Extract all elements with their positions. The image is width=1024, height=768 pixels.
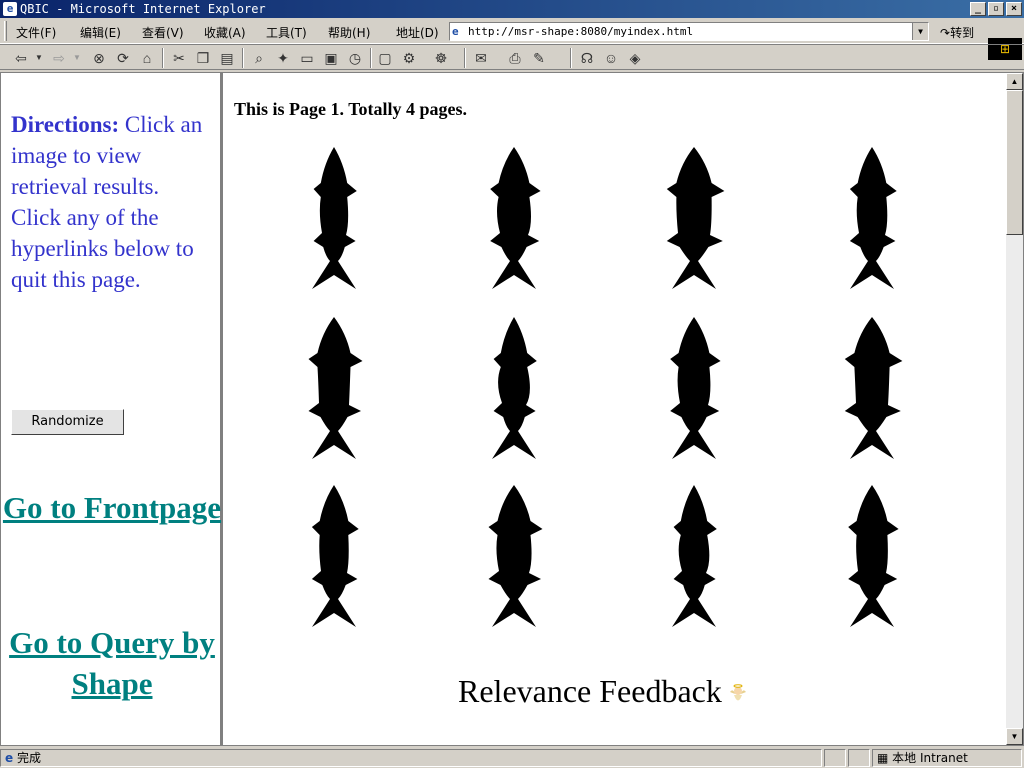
go-to-query-by-shape-link[interactable]: Go to Query by Shape (1, 622, 223, 704)
search-icon[interactable]: ⌕ (250, 49, 268, 67)
forward-icon[interactable]: ⇨ (50, 49, 68, 67)
shape-thumbnail[interactable] (654, 481, 734, 631)
forward-dropdown-icon[interactable]: ▼ (68, 49, 86, 67)
status-text-cell: e 完成 (0, 749, 822, 767)
discuss-icon[interactable]: ☊ (578, 49, 596, 67)
go-arrow-icon: ↷ (940, 26, 951, 40)
directions-body: Click an image to view retrieval results… (11, 112, 203, 292)
scroll-down-icon[interactable]: ▼ (1006, 728, 1023, 745)
home-icon[interactable]: ⌂ (138, 49, 156, 67)
messenger-icon[interactable]: ☺ (602, 49, 620, 67)
scroll-thumb[interactable] (1006, 90, 1023, 235)
menu-tools[interactable]: 工具(T) (266, 24, 307, 41)
encoding-icon[interactable]: ⚙ (400, 49, 418, 67)
browser-content: Directions: Click an image to view retri… (0, 72, 1024, 746)
back-dropdown-icon[interactable]: ▼ (30, 49, 48, 67)
page-info: This is Page 1. Totally 4 pages. (234, 99, 468, 119)
menu-help[interactable]: 帮助(H) (328, 24, 370, 41)
menu-favorites[interactable]: 收藏(A) (204, 24, 246, 41)
relevance-feedback-link[interactable]: Relevance Feedback (458, 673, 748, 710)
history-icon[interactable]: ◷ (346, 49, 364, 67)
window-titlebar: e QBIC - Microsoft Internet Explorer _ ▫… (0, 0, 1024, 18)
cut-icon[interactable]: ✂ (170, 49, 188, 67)
toolbar: ⇦ ▼ ⇨ ▼ ⊗ ⟳ ⌂ ✂ ❐ ▤ ⌕ ✦ ▭ ▣ ◷ ▢ ⚙ ☸ ✉ ⎙ … (0, 44, 1024, 70)
window-title: QBIC - Microsoft Internet Explorer (20, 2, 266, 16)
copy-icon[interactable]: ❐ (194, 49, 212, 67)
directions-label: Directions: (11, 112, 120, 137)
shape-thumbnail[interactable] (294, 313, 374, 463)
back-icon[interactable]: ⇦ (12, 49, 30, 67)
go-label: 转到 (950, 26, 975, 40)
folder-icon[interactable]: ▭ (298, 49, 316, 67)
menu-edit[interactable]: 编辑(E) (80, 24, 121, 41)
close-button[interactable]: × (1006, 2, 1022, 16)
relevance-feedback-label: Relevance Feedback (458, 673, 722, 709)
left-frame: Directions: Click an image to view retri… (1, 73, 223, 745)
status-bar: e 完成 ▦ 本地 Intranet (0, 748, 1024, 768)
address-url: http://msr-shape:8080/myindex.html (468, 25, 694, 38)
print-icon[interactable]: ⎙ (506, 49, 524, 67)
research-icon[interactable]: ◈ (626, 49, 644, 67)
restore-button[interactable]: ▫ (988, 2, 1004, 16)
zone-label: 本地 Intranet (892, 751, 968, 765)
edit-icon[interactable]: ✎ (530, 49, 548, 67)
menu-view[interactable]: 查看(V) (142, 24, 184, 41)
shape-thumbnail[interactable] (474, 481, 554, 631)
mail-icon[interactable]: ✉ (472, 49, 490, 67)
shape-thumbnail[interactable] (832, 143, 912, 293)
intranet-icon: ▦ (877, 751, 889, 765)
shape-thumbnail[interactable] (294, 143, 374, 293)
scroll-up-icon[interactable]: ▲ (1006, 73, 1023, 90)
ie-icon: e (3, 2, 17, 16)
main-frame: This is Page 1. Totally 4 pages. Relevan… (226, 73, 1006, 745)
shape-thumbnail[interactable] (474, 313, 554, 463)
go-button[interactable]: ↷转到 (940, 24, 974, 41)
vertical-scrollbar[interactable]: ▲ ▼ (1006, 73, 1023, 745)
angel-icon (729, 683, 746, 701)
status-text: 完成 (16, 751, 41, 765)
fullscreen-icon[interactable]: ▢ (376, 49, 394, 67)
menu-file[interactable]: 文件(F) (16, 24, 56, 41)
directions-text: Directions: Click an image to view retri… (11, 109, 211, 295)
address-dropdown-icon[interactable]: ▼ (912, 23, 928, 40)
security-zone: ▦ 本地 Intranet (872, 749, 1022, 767)
favorites-icon[interactable]: ✦ (274, 49, 292, 67)
media-icon[interactable]: ▣ (322, 49, 340, 67)
shape-thumbnail[interactable] (832, 481, 912, 631)
menu-bar: 文件(F) 编辑(E) 查看(V) 收藏(A) 工具(T) 帮助(H) 地址(D… (0, 18, 1024, 60)
shape-thumbnail[interactable] (832, 313, 912, 463)
status-page-icon: e (5, 751, 14, 765)
address-label: 地址(D) (396, 26, 439, 40)
shape-thumbnail[interactable] (654, 313, 734, 463)
randomize-button[interactable]: Randomize (11, 409, 124, 435)
paste-icon[interactable]: ▤ (218, 49, 236, 67)
refresh-icon[interactable]: ⟳ (114, 49, 132, 67)
minimize-button[interactable]: _ (970, 2, 986, 16)
go-to-frontpage-link[interactable]: Go to Frontpage (1, 487, 223, 528)
shape-thumbnail[interactable] (474, 143, 554, 293)
address-input[interactable]: e http://msr-shape:8080/myindex.html ▼ (449, 22, 929, 41)
shape-thumbnail[interactable] (294, 481, 374, 631)
tools-icon[interactable]: ☸ (432, 49, 450, 67)
shape-thumbnail[interactable] (654, 143, 734, 293)
stop-icon[interactable]: ⊗ (90, 49, 108, 67)
page-icon: e (452, 25, 459, 38)
